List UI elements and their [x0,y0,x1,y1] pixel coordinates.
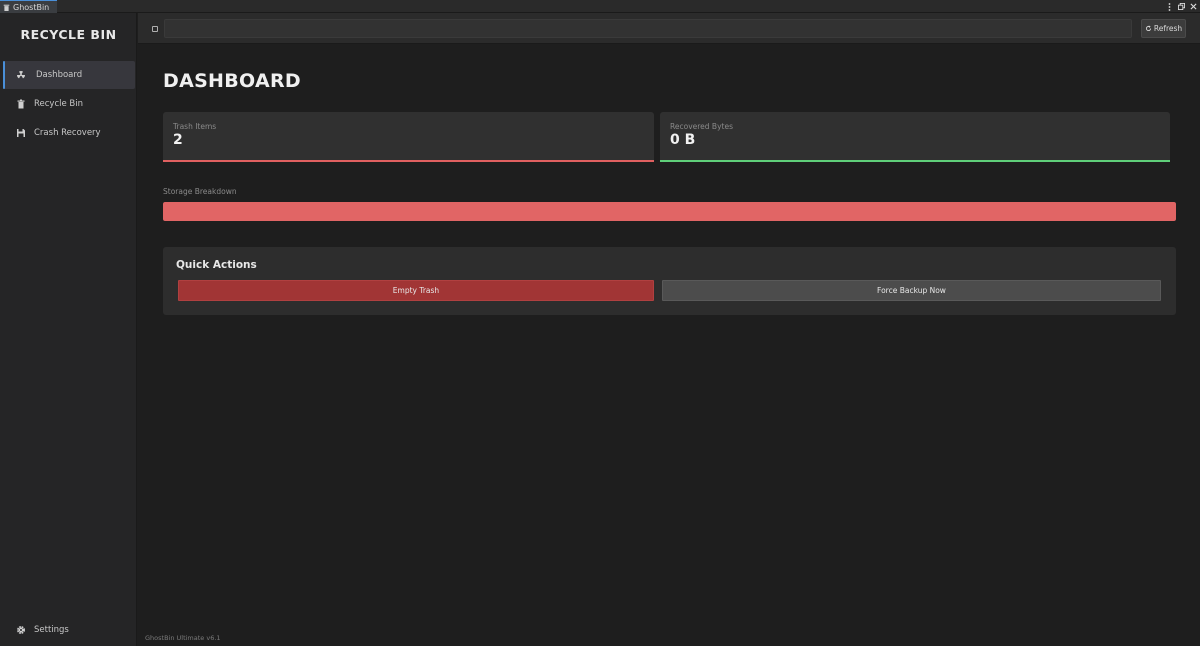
more-vertical-icon[interactable] [1166,2,1173,11]
gear-icon [16,625,26,635]
force-backup-button[interactable]: Force Backup Now [662,280,1161,301]
quick-actions-panel: Quick Actions Empty Trash Force Backup N… [163,247,1176,315]
version-footer: GhostBin Ultimate v6.1 [145,634,221,642]
main-content: DASHBOARD Trash Items 2 Recovered Bytes … [138,45,1200,646]
storage-bar-fill [163,202,1176,221]
window-tab[interactable]: GhostBin [0,0,57,13]
sidebar-item-recycle-bin[interactable]: Recycle Bin [3,90,135,118]
window-tab-label: GhostBin [13,2,50,12]
refresh-label: Refresh [1153,24,1183,33]
refresh-button[interactable]: Refresh [1141,19,1186,38]
radiation-icon [16,70,26,80]
sidebar: RECYCLE BIN Dashboard Recycle Bin Crash … [0,13,137,646]
top-bar: Refresh [138,13,1200,44]
empty-trash-button[interactable]: Empty Trash [178,280,654,301]
close-icon[interactable] [1190,3,1197,11]
storage-breakdown-label: Storage Breakdown [163,187,237,196]
sidebar-item-label: Crash Recovery [34,128,101,138]
sidebar-item-settings[interactable]: Settings [3,616,135,644]
sidebar-item-label: Dashboard [36,70,83,80]
stat-value: 0 B [670,132,696,148]
storage-breakdown-bar [163,202,1176,221]
select-all-checkbox[interactable] [152,26,158,32]
restore-icon[interactable] [1178,3,1185,11]
app-window: GhostBin RECYCLE BIN Dashboard Recycle B… [0,0,1200,646]
stat-card-trash-items: Trash Items 2 [163,112,654,162]
app-title: RECYCLE BIN [20,27,117,42]
stat-label: Recovered Bytes [670,122,733,131]
sidebar-item-label: Recycle Bin [34,99,84,109]
refresh-icon [1145,25,1152,32]
trash-icon [3,4,10,11]
stat-card-recovered-bytes: Recovered Bytes 0 B [660,112,1170,162]
search-input[interactable] [164,19,1132,38]
quick-actions-title: Quick Actions [176,259,257,271]
stat-value: 2 [173,132,183,148]
window-controls [1166,0,1197,13]
stat-label: Trash Items [173,122,217,131]
sidebar-item-label: Settings [34,625,69,635]
save-icon [16,128,26,138]
sidebar-item-crash-recovery[interactable]: Crash Recovery [3,119,135,147]
trash-icon [16,99,26,109]
title-bar: GhostBin [0,0,1200,13]
sidebar-item-dashboard[interactable]: Dashboard [3,61,135,89]
page-title: DASHBOARD [163,70,301,92]
